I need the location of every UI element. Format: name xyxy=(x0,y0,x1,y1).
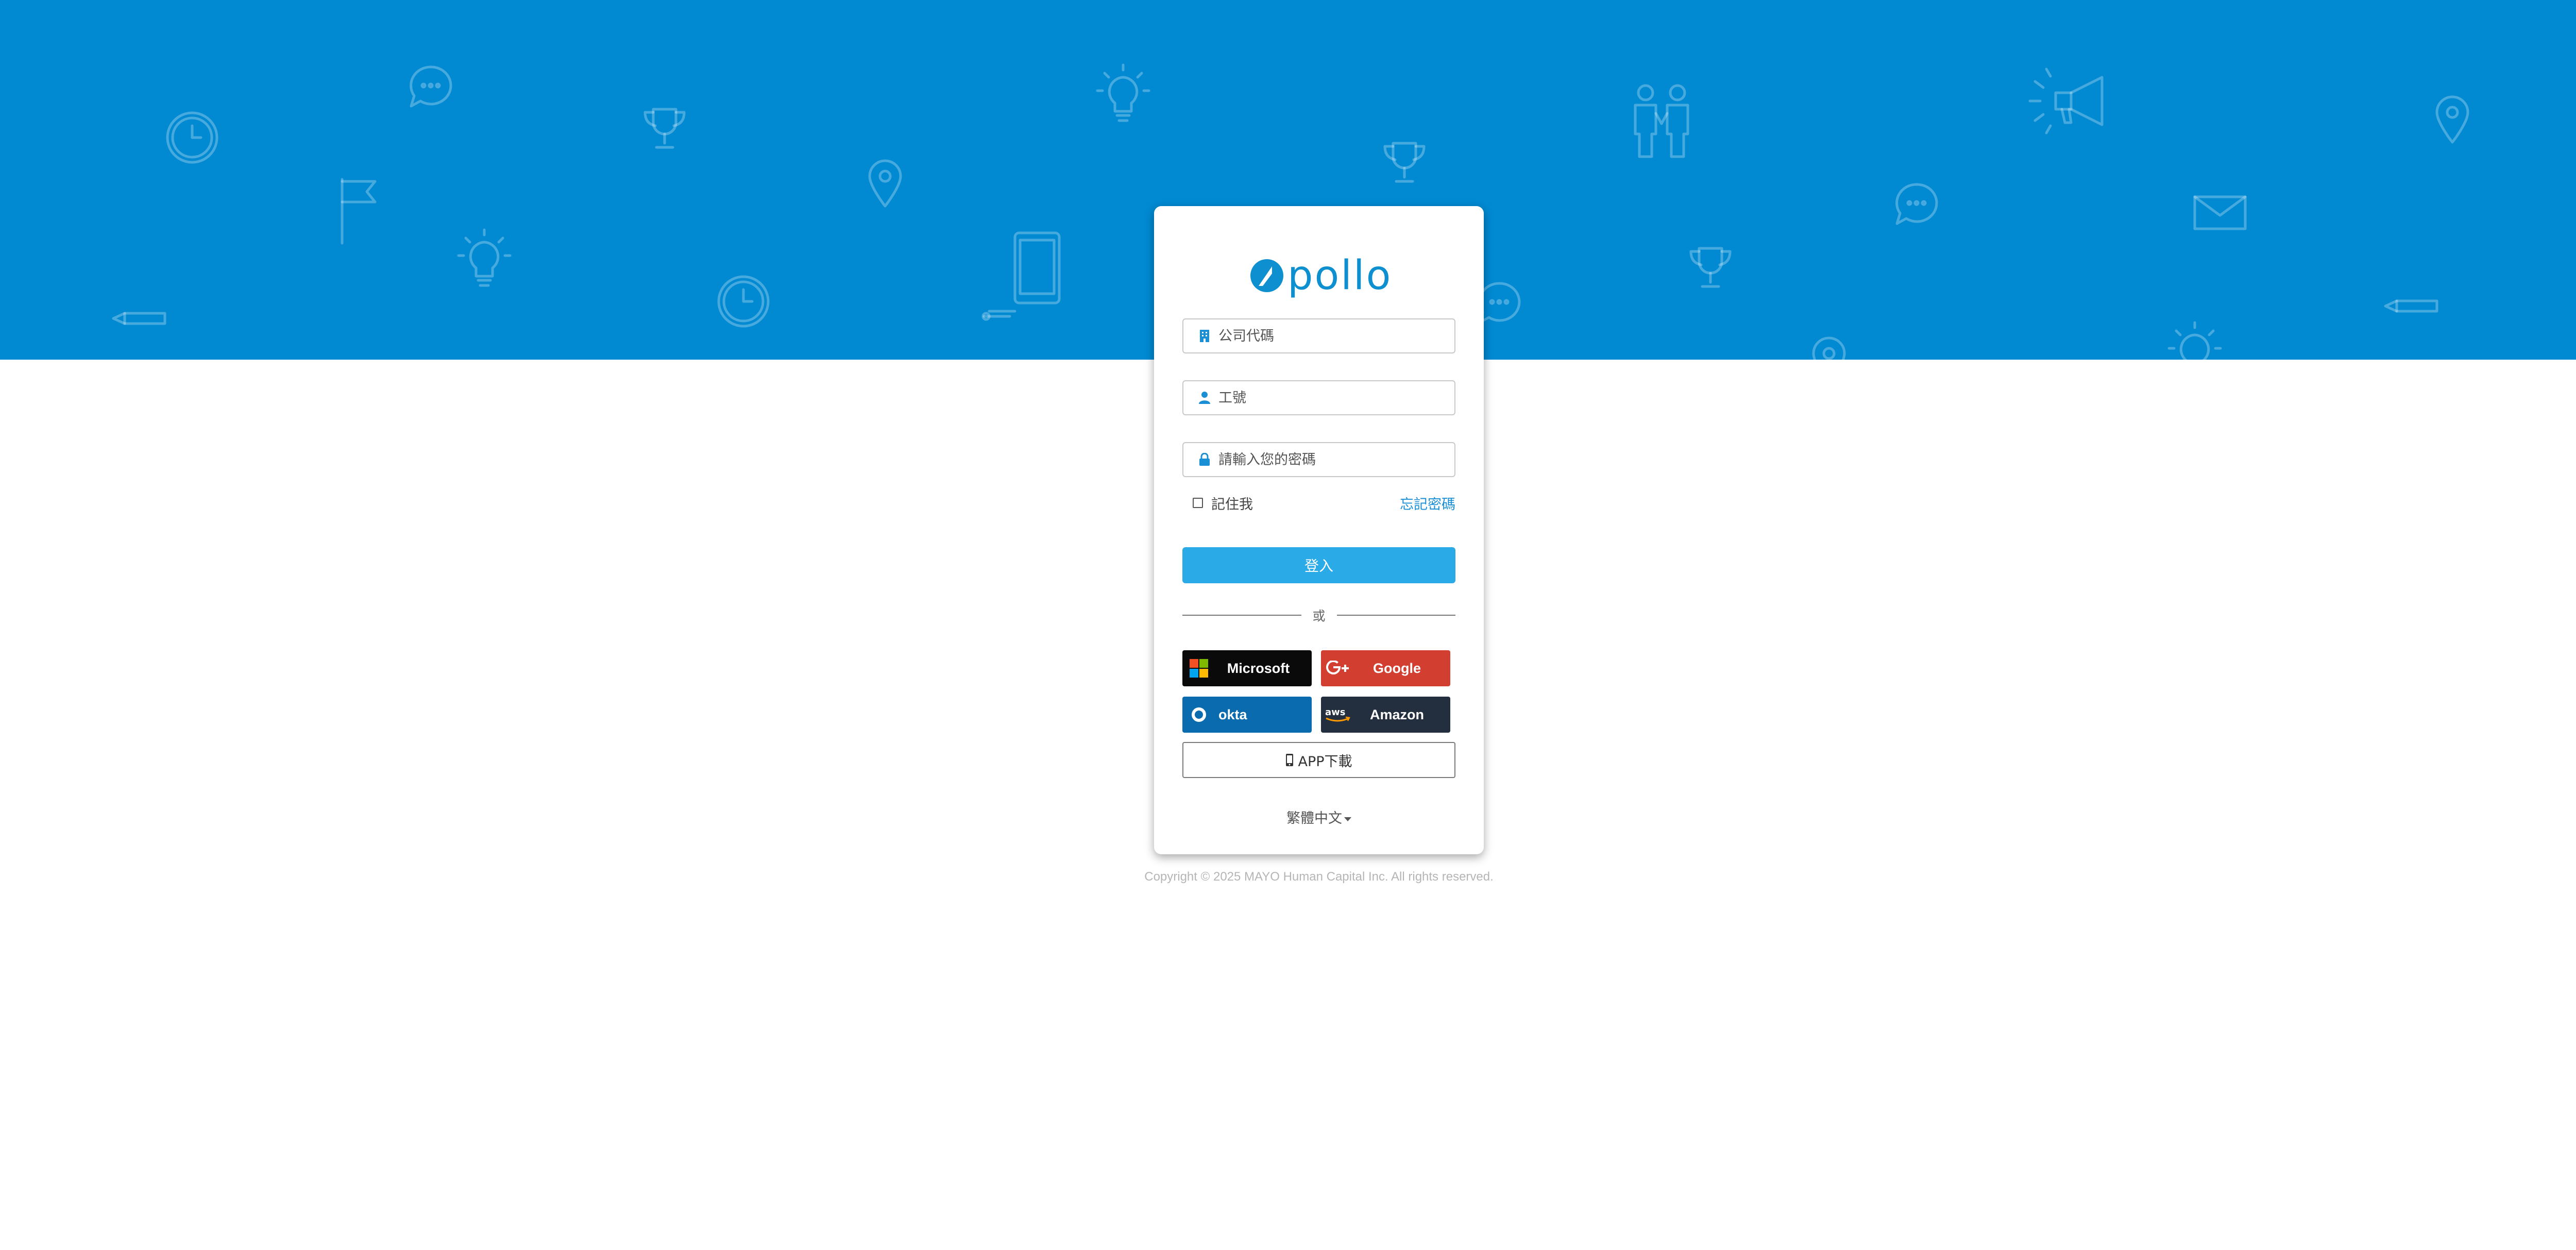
lightbulb-icon xyxy=(1096,63,1150,122)
language-selector[interactable]: 繁體中文 xyxy=(1154,807,1484,827)
amazon-label: Amazon xyxy=(1369,706,1424,722)
svg-text:aws: aws xyxy=(1325,707,1346,718)
lock-icon xyxy=(1198,453,1211,466)
company-code-field[interactable] xyxy=(1182,318,1455,353)
lightbulb-icon xyxy=(457,228,512,287)
people-icon xyxy=(1634,84,1689,158)
okta-icon xyxy=(1182,707,1215,722)
microsoft-login-button[interactable]: Microsoft xyxy=(1182,650,1312,686)
forgot-password-link[interactable]: 忘記密碼 xyxy=(1400,493,1455,513)
apollo-logo: pollo xyxy=(1249,255,1392,296)
flag-icon xyxy=(341,178,377,245)
logo-text: pollo xyxy=(1287,252,1393,299)
tablet-icon xyxy=(981,231,1061,321)
map-pin-icon xyxy=(2435,95,2469,144)
google-label: Google xyxy=(1373,660,1421,676)
app-download-label: APP下載 xyxy=(1298,753,1352,770)
chat-bubble-icon xyxy=(410,65,452,108)
envelope-icon xyxy=(2193,195,2247,230)
okta-label: okta xyxy=(1218,706,1247,722)
divider-line-left xyxy=(1182,615,1301,616)
microsoft-icon xyxy=(1182,659,1215,678)
amazon-login-button[interactable]: aws Amazon xyxy=(1321,697,1450,733)
pencil-icon xyxy=(112,312,166,325)
password-input[interactable] xyxy=(1218,451,1454,468)
caret-down-icon xyxy=(1344,817,1351,821)
employee-id-input[interactable] xyxy=(1218,390,1454,406)
app-download-button[interactable]: APP下載 xyxy=(1182,742,1455,778)
lightbulb-icon xyxy=(2167,321,2222,360)
google-login-button[interactable]: Google xyxy=(1321,650,1450,686)
language-label: 繁體中文 xyxy=(1286,810,1342,826)
map-pin-icon xyxy=(868,159,902,208)
chat-bubble-icon xyxy=(1895,183,1938,225)
clock-icon xyxy=(166,111,218,164)
map-pin-icon xyxy=(1812,336,1846,360)
remember-me-checkbox[interactable] xyxy=(1193,498,1203,508)
company-code-input[interactable] xyxy=(1218,328,1454,344)
trophy-icon xyxy=(1689,247,1732,288)
or-divider: 或 xyxy=(1182,606,1456,624)
or-label: 或 xyxy=(1312,609,1326,623)
employee-id-field[interactable] xyxy=(1182,380,1455,415)
trophy-icon xyxy=(643,108,686,149)
megaphone-icon xyxy=(2028,67,2104,134)
remember-row: 記住我 忘記密碼 xyxy=(1182,493,1455,513)
aws-icon: aws xyxy=(1321,706,1354,723)
clock-icon xyxy=(717,275,770,328)
okta-login-button[interactable]: okta xyxy=(1182,697,1312,733)
password-field[interactable] xyxy=(1182,442,1455,477)
google-plus-icon xyxy=(1321,661,1354,676)
login-card: pollo 公司代碼 工號 記住我 忘記密碼 登入 或 Microsoft Go… xyxy=(1154,206,1484,854)
login-button[interactable]: 登入 xyxy=(1182,547,1455,583)
copyright-text: Copyright © 2025 MAYO Human Capital Inc.… xyxy=(1144,870,1494,884)
pencil-icon xyxy=(2384,299,2438,313)
apollo-logo-mark xyxy=(1250,259,1283,292)
user-icon xyxy=(1198,391,1211,404)
building-icon xyxy=(1198,329,1211,343)
trophy-icon xyxy=(1383,142,1426,183)
divider-line-right xyxy=(1336,615,1456,616)
microsoft-label: Microsoft xyxy=(1227,660,1290,676)
mobile-phone-icon xyxy=(1285,753,1294,767)
remember-me-label[interactable]: 記住我 xyxy=(1211,493,1253,513)
